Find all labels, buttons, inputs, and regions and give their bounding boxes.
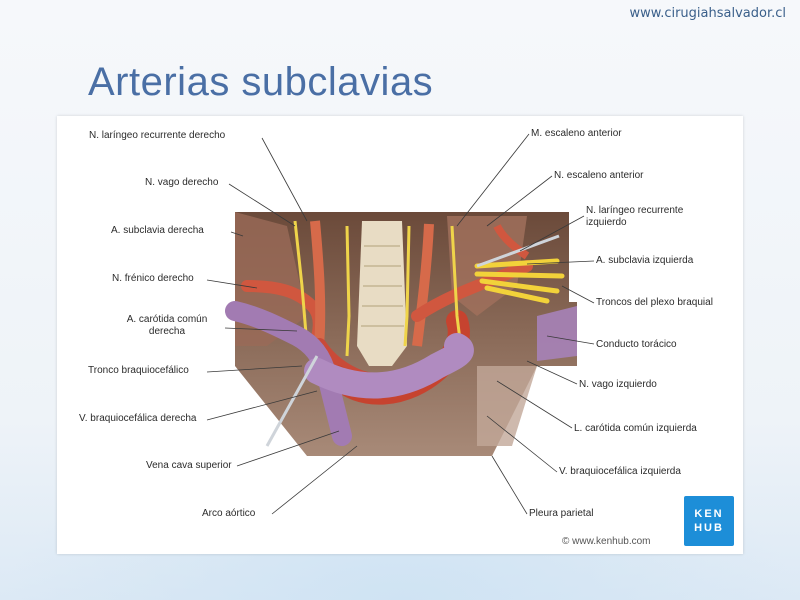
- label-n-laringeo-recurrente-izquierdo: N. laríngeo recurrente izquierdo: [586, 205, 683, 229]
- label-n-laringeo-recurrente-derecho: N. laríngeo recurrente derecho: [89, 130, 226, 141]
- label-v-braquiocefalica-derecha: V. braquiocefálica derecha: [79, 413, 197, 424]
- site-url[interactable]: www.cirugiahsalvador.cl: [629, 6, 786, 21]
- label-a-subclavia-izquierda: A. subclavia izquierda: [596, 255, 694, 266]
- label-conducto-toracico: Conducto torácico: [596, 339, 677, 350]
- label-l-carotida-comun-izquierda: L. carótida común izquierda: [574, 423, 697, 434]
- label-vena-cava-superior: Vena cava superior: [146, 460, 232, 471]
- label-n-laringeo-recurrente-izquierdo-line2: izquierdo: [586, 217, 627, 228]
- label-m-escaleno-anterior: M. escaleno anterior: [531, 128, 622, 139]
- label-n-vago-derecho: N. vago derecho: [145, 177, 219, 188]
- label-a-carotida-comun-derecha-line1: A. carótida común: [126, 314, 208, 325]
- label-arco-aortico: Arco aórtico: [202, 508, 256, 519]
- label-a-carotida-comun-derecha-line2: derecha: [148, 326, 186, 337]
- label-pleura-parietal: Pleura parietal: [529, 508, 594, 519]
- anatomy-figure: N. laríngeo recurrente derecho N. vago d…: [57, 116, 743, 554]
- label-n-frenico-derecho: N. frénico derecho: [112, 273, 194, 284]
- kenhub-logo: KEN HUB: [684, 496, 734, 546]
- label-troncos-plexo-braquial: Troncos del plexo braquial: [596, 297, 713, 308]
- copyright-text: © www.kenhub.com: [562, 536, 651, 547]
- label-a-subclavia-derecha: A. subclavia derecha: [111, 225, 204, 236]
- label-tronco-braquiocefalico: Tronco braquiocefálico: [88, 365, 189, 376]
- label-n-vago-izquierdo: N. vago izquierdo: [579, 379, 657, 390]
- label-a-carotida-comun-derecha: A. carótida común derecha: [97, 314, 237, 338]
- label-n-escaleno-anterior: N. escaleno anterior: [554, 170, 644, 181]
- kenhub-logo-line2: HUB: [694, 522, 724, 534]
- label-v-braquiocefalica-izquierda: V. braquiocefálica izquierda: [559, 466, 681, 477]
- slide-title: Arterias subclavias: [88, 60, 434, 104]
- kenhub-logo-line1: KEN: [694, 508, 724, 520]
- label-n-laringeo-recurrente-izquierdo-line1: N. laríngeo recurrente: [586, 205, 684, 216]
- trachea: [357, 221, 407, 366]
